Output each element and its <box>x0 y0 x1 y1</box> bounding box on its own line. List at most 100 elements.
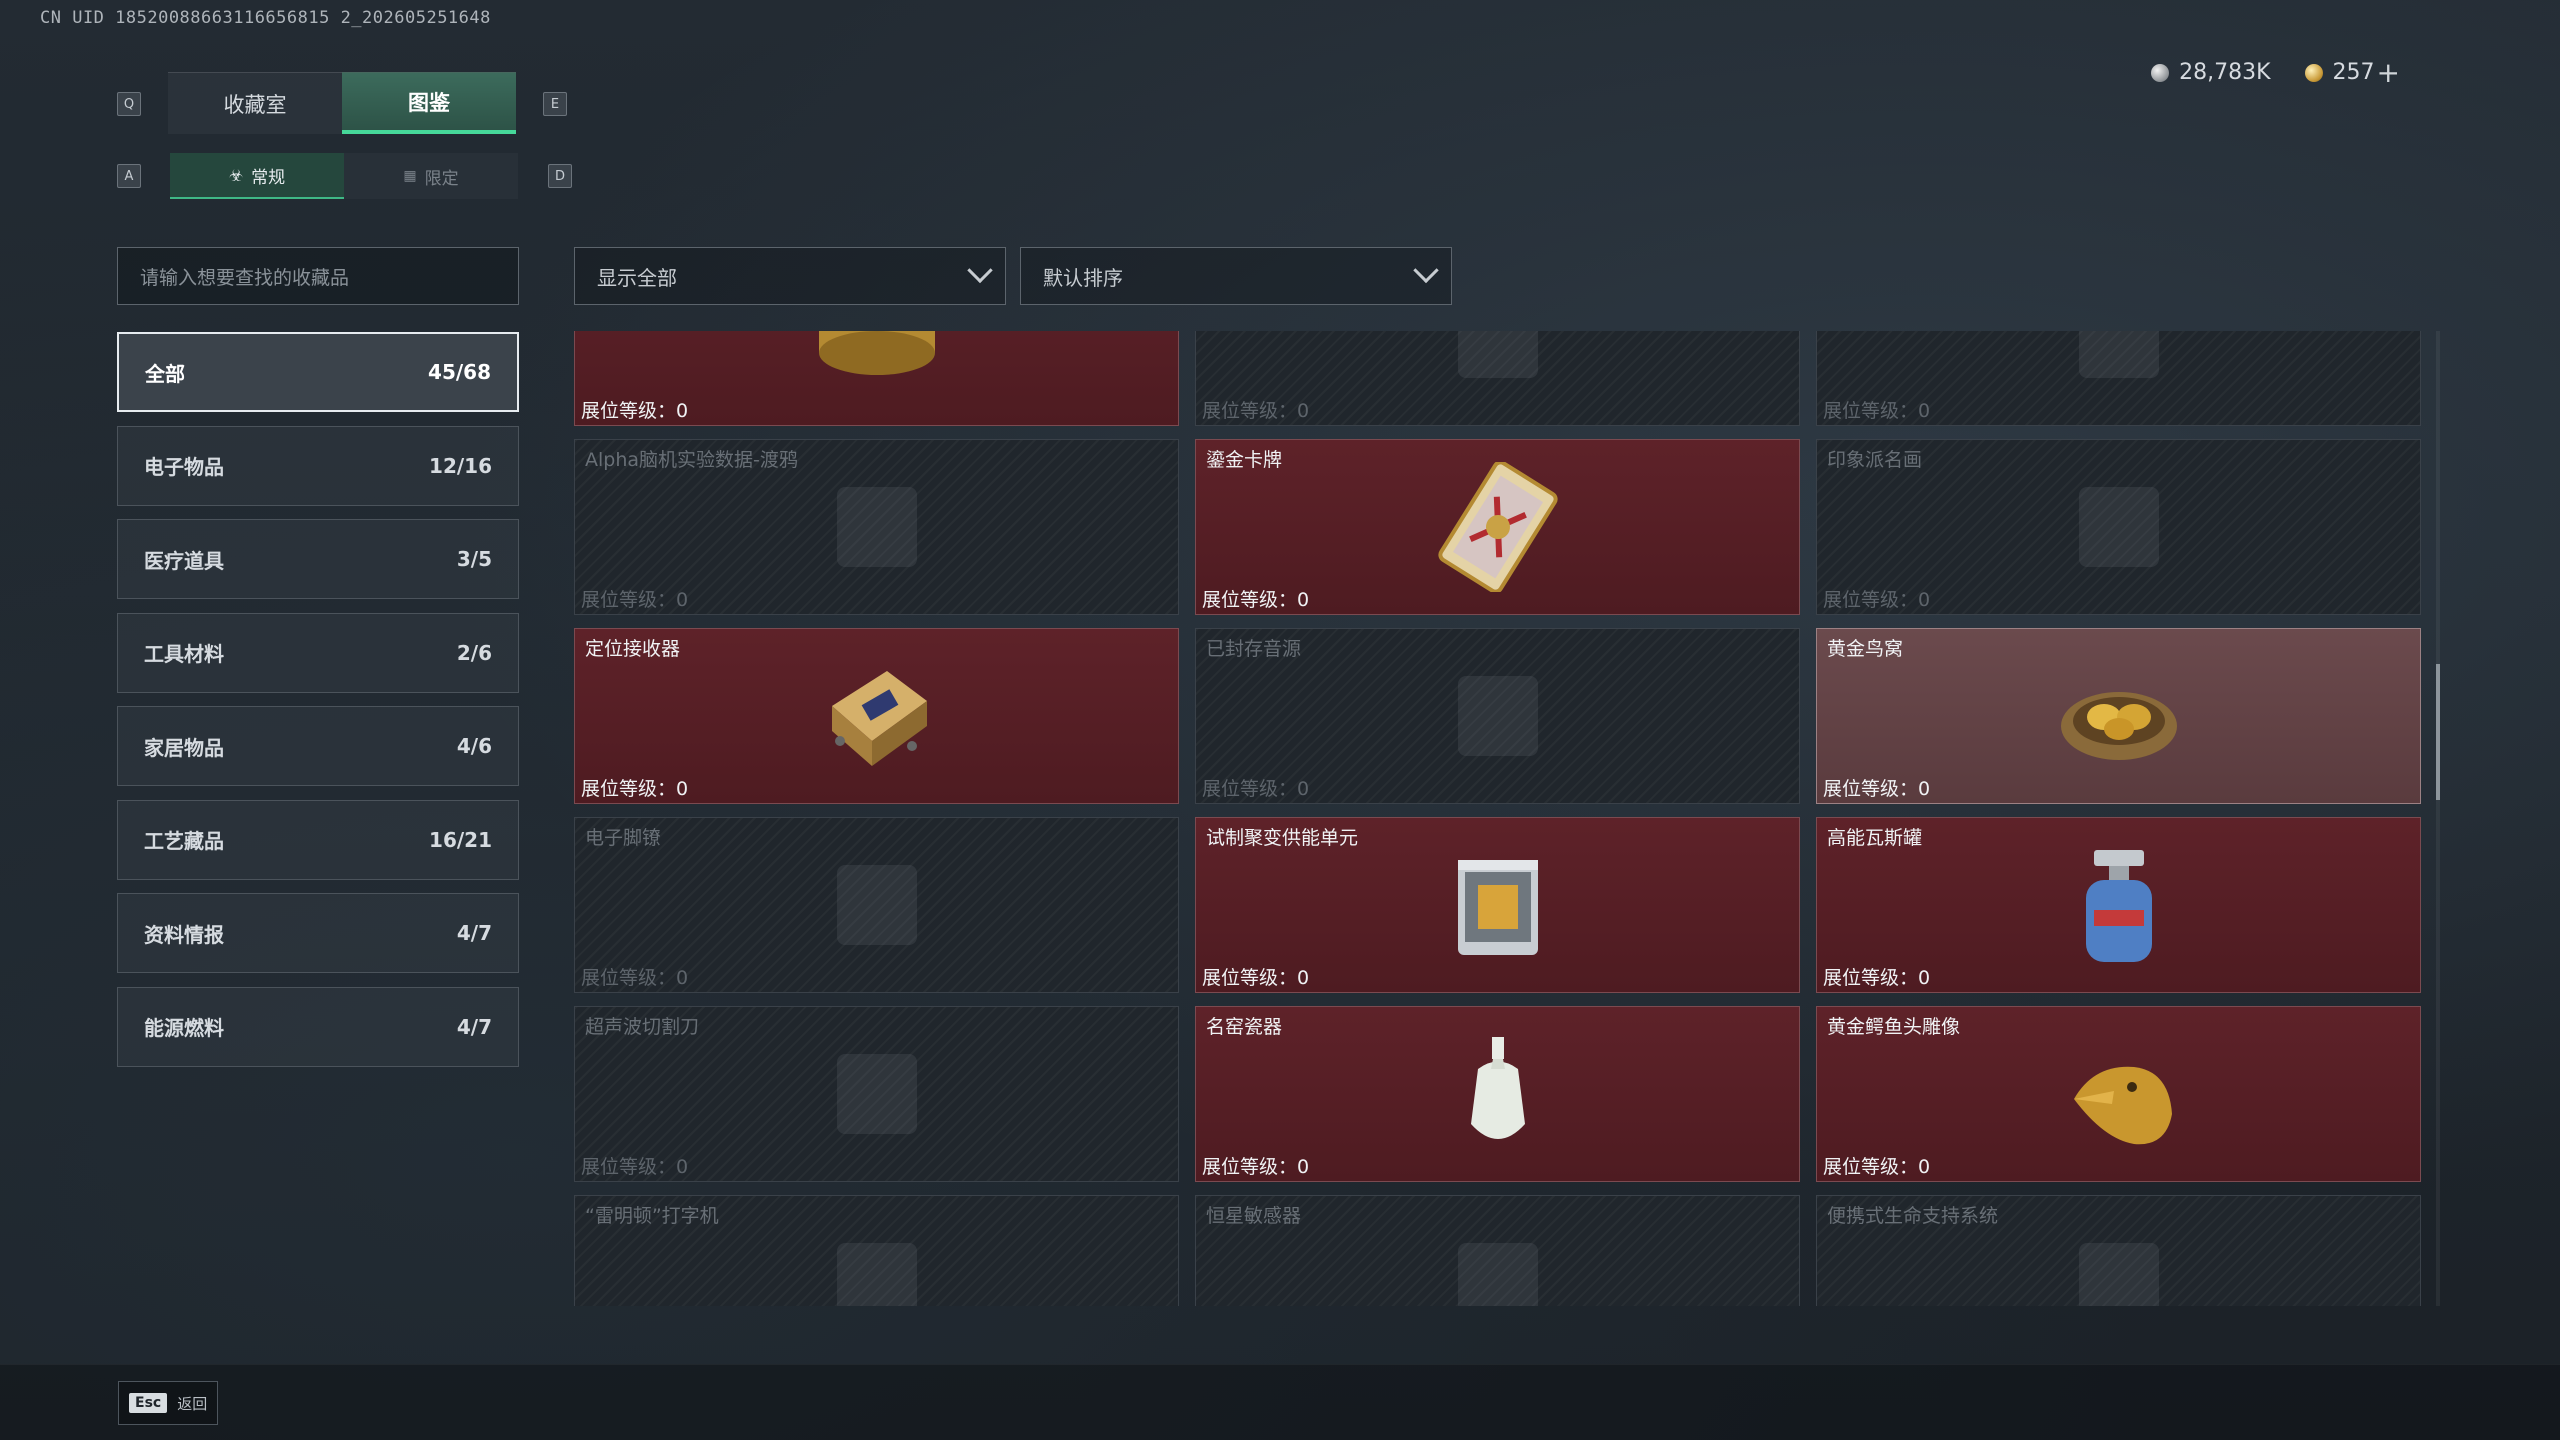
bottom-bar <box>0 1364 2560 1440</box>
item-name: 便携式生命支持系统 <box>1827 1205 1999 1227</box>
level-label: 展位等级： <box>1202 589 1298 611</box>
item-level: 展位等级：0 <box>1823 585 1930 612</box>
item-level: 展位等级：0 <box>1202 1152 1309 1179</box>
collection-item-card[interactable]: 电子脚镣 展位等级：0 <box>574 817 1179 993</box>
add-currency-button[interactable]: + <box>2377 56 2400 89</box>
subtab-limited[interactable]: ▦ 限定 <box>344 153 518 199</box>
collection-item-card[interactable]: 展位等级：0 <box>574 331 1179 426</box>
collection-item-card[interactable]: 超声波切割刀展位等级：0 <box>574 1006 1179 1182</box>
bottle-icon: ☣ <box>228 165 244 185</box>
prev-subtab-key: A <box>117 164 141 188</box>
collection-item-card[interactable]: 已封存音源展位等级：0 <box>1195 628 1800 804</box>
level-label: 展位等级： <box>1823 967 1919 989</box>
level-value: 0 <box>1297 778 1310 800</box>
search-input[interactable]: 请输入想要查找的收藏品 <box>117 247 519 305</box>
level-label: 展位等级： <box>581 400 677 422</box>
user-uid: CN UID 18520088663116656815 2_2026052516… <box>40 8 491 28</box>
level-label: 展位等级： <box>581 778 677 800</box>
next-subtab-key: D <box>548 164 572 188</box>
category-household[interactable]: 家居物品 4/6 <box>117 706 519 786</box>
item-level: 展位等级：0 <box>1202 585 1309 612</box>
level-value: 0 <box>1918 400 1931 422</box>
level-label: 展位等级： <box>1823 400 1919 422</box>
sort-dropdown[interactable]: 默认排序 <box>1020 247 1452 305</box>
category-electronics[interactable]: 电子物品 12/16 <box>117 425 519 506</box>
collection-item-card[interactable]: 黄金鸟窝 展位等级：0 <box>1816 628 2421 804</box>
collection-item-card[interactable]: 高能瓦斯罐 展位等级：0 <box>1816 817 2421 993</box>
tab-collection-room[interactable]: 收藏室 <box>168 72 342 134</box>
subtab-regular[interactable]: ☣ 常规 <box>170 153 344 199</box>
subtab-regular-label: 常规 <box>251 167 286 188</box>
item-level: 展位等级：0 <box>581 963 688 990</box>
level-value: 0 <box>676 778 689 800</box>
typewriter-icon <box>812 1218 942 1306</box>
level-value: 0 <box>676 589 689 611</box>
collection-item-card[interactable]: 展位等级：0 <box>1816 331 2421 426</box>
sensor-icon <box>1433 1218 1563 1306</box>
collection-item-card[interactable]: 名窑瓷器展位等级：0 <box>1195 1006 1800 1182</box>
item-level: 展位等级：0 <box>1202 774 1309 801</box>
collection-item-card[interactable]: 展位等级：0 <box>1195 331 1800 426</box>
level-value: 0 <box>676 1156 689 1178</box>
filter-dropdown[interactable]: 显示全部 <box>574 247 1006 305</box>
box-icon <box>1433 651 1563 781</box>
collection-grid[interactable]: 展位等级：0 展位等级：0 展位等级：0 Alpha脑机实验数据-渡鸦 展位等级：0 鎏金… <box>574 331 2424 1306</box>
collection-item-card[interactable]: “雷明顿”打字机 <box>574 1195 1179 1306</box>
gas-canister-icon <box>2054 840 2184 970</box>
sub-tabs: ☣ 常规 ▦ 限定 <box>170 153 518 199</box>
item-name: 超声波切割刀 <box>585 1016 700 1038</box>
level-value: 0 <box>676 967 689 989</box>
level-label: 展位等级： <box>581 1156 677 1178</box>
category-medical[interactable]: 医疗道具 3/5 <box>117 519 519 599</box>
category-label: 资料情报 <box>144 922 224 947</box>
category-label: 全部 <box>145 361 185 386</box>
item-name: 名窑瓷器 <box>1206 1016 1283 1038</box>
chevron-down-icon <box>1413 257 1439 284</box>
collection-item-card[interactable]: 印象派名画 展位等级：0 <box>1816 439 2421 615</box>
level-value: 0 <box>1918 589 1931 611</box>
collection-item-card[interactable]: Alpha脑机实验数据-渡鸦 展位等级：0 <box>574 439 1179 615</box>
collection-item-card[interactable]: 恒星敏感器 <box>1195 1195 1800 1306</box>
item-silhouette-icon <box>1433 331 1563 403</box>
category-label: 能源燃料 <box>144 1016 224 1040</box>
drive-icon <box>812 462 942 592</box>
level-label: 展位等级： <box>581 589 677 611</box>
item-name: 高能瓦斯罐 <box>1827 827 1923 849</box>
silver-currency: 28,783K <box>2151 60 2271 85</box>
collection-item-card[interactable]: 鎏金卡牌 展位等级：0 <box>1195 439 1800 615</box>
category-list: 全部 45/68 电子物品 12/16 医疗道具 3/5 工具材料 2/6 家居… <box>117 332 519 1080</box>
scrollbar-thumb[interactable] <box>2436 664 2440 800</box>
category-intel[interactable]: 资料情报 4/7 <box>117 893 519 973</box>
category-tools[interactable]: 工具材料 2/6 <box>117 612 519 693</box>
category-energy[interactable]: 能源燃料 4/7 <box>117 986 519 1067</box>
collection-item-card[interactable]: 便携式生命支持系统 <box>1816 1195 2421 1306</box>
collection-item-card[interactable]: 定位接收器 展位等级：0 <box>574 628 1179 804</box>
item-level: 展位等级：0 <box>581 585 688 612</box>
level-label: 展位等级： <box>1823 589 1919 611</box>
tab-catalog[interactable]: 图鉴 <box>342 72 516 134</box>
item-name: 恒星敏感器 <box>1206 1205 1302 1227</box>
item-level: 展位等级：0 <box>581 1152 688 1179</box>
category-count: 2/6 <box>456 640 492 665</box>
item-name: “雷明顿”打字机 <box>585 1205 719 1227</box>
golden-crocodile-icon <box>2054 1029 2184 1159</box>
collection-item-card[interactable]: 黄金鳄鱼头雕像 展位等级：0 <box>1816 1006 2421 1182</box>
caviar-tin-icon <box>812 331 942 403</box>
item-name: 已封存音源 <box>1206 638 1302 660</box>
category-crafts[interactable]: 工艺藏品 16/21 <box>117 799 519 880</box>
level-label: 展位等级： <box>1823 1156 1919 1178</box>
porcelain-vase-icon <box>1433 1029 1563 1159</box>
level-value: 0 <box>1918 778 1931 800</box>
item-level: 展位等级：0 <box>1823 396 1930 423</box>
back-button[interactable]: Esc 返回 <box>118 1381 219 1425</box>
category-label: 工具材料 <box>144 642 224 666</box>
painting-icon <box>2054 462 2184 592</box>
level-value: 0 <box>676 400 689 422</box>
scrollbar-track[interactable] <box>2436 331 2440 1306</box>
category-all[interactable]: 全部 45/68 <box>117 332 519 412</box>
life-support-icon <box>2054 1218 2184 1306</box>
next-tab-key: E <box>543 92 567 116</box>
gold-amount: 257 <box>2332 60 2375 85</box>
prev-tab-key: Q <box>117 92 141 116</box>
collection-item-card[interactable]: 试制聚变供能单元 展位等级：0 <box>1195 817 1800 993</box>
